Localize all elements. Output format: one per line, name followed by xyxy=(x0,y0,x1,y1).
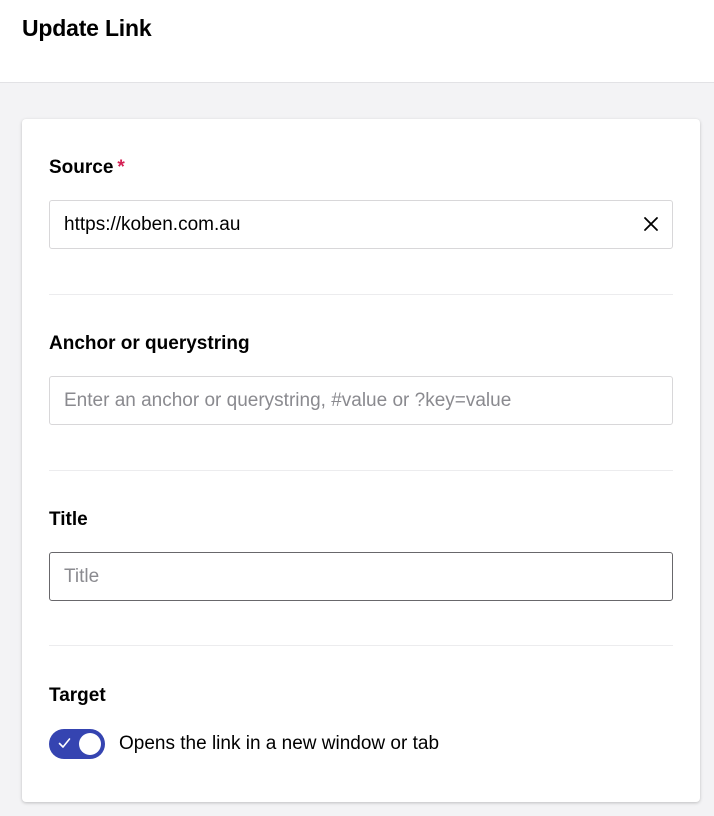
source-input[interactable] xyxy=(49,200,673,249)
target-label: Target xyxy=(49,685,106,706)
divider xyxy=(49,470,673,471)
anchor-label: Anchor or querystring xyxy=(49,333,250,354)
close-icon xyxy=(644,217,658,231)
target-toggle-row: Opens the link in a new window or tab xyxy=(49,729,439,759)
page-title: Update Link xyxy=(22,15,152,41)
divider xyxy=(49,645,673,646)
source-label-text: Source xyxy=(49,157,114,178)
toggle-knob xyxy=(79,733,101,755)
link-form-card: Source* Anchor or querystring Title Targ… xyxy=(22,119,700,802)
required-indicator: * xyxy=(117,157,125,178)
page-header: Update Link xyxy=(0,0,714,83)
check-icon xyxy=(58,738,71,748)
clear-source-button[interactable] xyxy=(636,209,666,239)
target-toggle[interactable] xyxy=(49,729,105,759)
title-input[interactable] xyxy=(49,552,673,601)
target-toggle-label: Opens the link in a new window or tab xyxy=(119,733,440,754)
source-label: Source * xyxy=(49,157,125,179)
anchor-input[interactable] xyxy=(49,376,673,425)
divider xyxy=(49,294,673,295)
title-label: Title xyxy=(49,509,88,530)
